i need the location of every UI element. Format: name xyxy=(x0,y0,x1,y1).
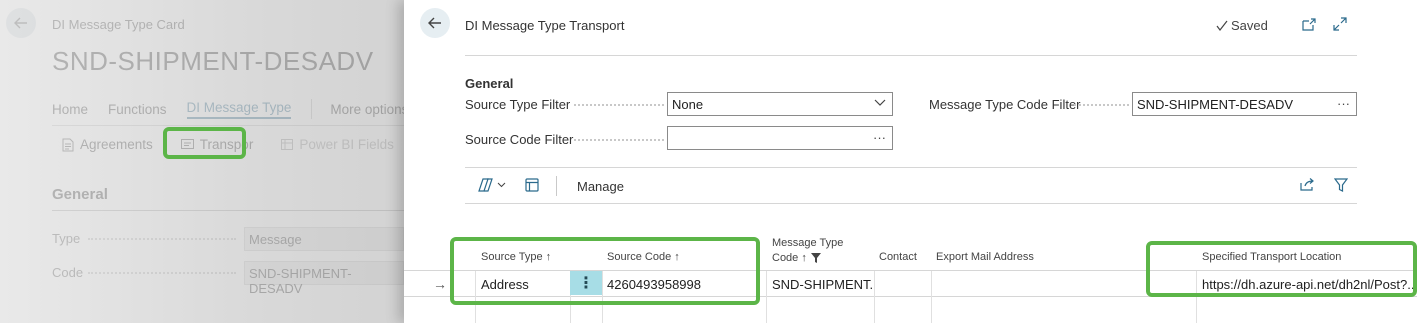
source-type-filter-select[interactable]: None xyxy=(667,92,893,116)
expand-icon xyxy=(1333,17,1347,31)
message-type-code-filter-dots xyxy=(1074,104,1129,106)
code-dots xyxy=(88,272,236,274)
agreements-action[interactable]: Agreements xyxy=(62,137,153,152)
source-code-filter-dots xyxy=(574,139,664,141)
nav-home[interactable]: Home xyxy=(52,102,88,117)
type-value[interactable]: Message xyxy=(244,227,404,251)
cell-message-type-code[interactable]: SND-SHIPMENT... xyxy=(772,277,874,292)
card-nav: Home Functions DI Message Type More opti… xyxy=(52,99,428,119)
filter-button[interactable] xyxy=(1334,178,1348,192)
saved-label: Saved xyxy=(1231,18,1268,33)
general-divider xyxy=(52,210,404,211)
message-type-code-filter-input[interactable]: SND-SHIPMENT-DESADV ··· xyxy=(1132,92,1357,116)
chevron-down-icon xyxy=(874,99,886,106)
copilot-icon xyxy=(478,178,493,192)
chevron-down-icon xyxy=(497,182,506,188)
col-message-type-code[interactable]: Code ↑ xyxy=(772,252,821,264)
type-dots xyxy=(88,238,236,240)
power-bi-action[interactable]: Power BI Fields xyxy=(281,137,394,152)
copilot-button[interactable] xyxy=(478,178,506,192)
agreements-label: Agreements xyxy=(80,137,153,152)
col-message-type-line2: Code ↑ xyxy=(772,252,807,264)
open-new-window-button[interactable] xyxy=(1299,14,1319,34)
share-icon xyxy=(1300,178,1314,191)
message-type-code-filter-label: Message Type Code Filter xyxy=(929,97,1081,112)
toolbar-separator xyxy=(556,176,557,196)
nav-functions[interactable]: Functions xyxy=(108,102,167,117)
code-value[interactable]: SND-SHIPMENT-DESADV xyxy=(244,261,404,296)
document-icon xyxy=(62,138,74,151)
row-indicator-arrow-icon: → xyxy=(433,276,447,292)
grid-col-divider xyxy=(931,271,932,323)
source-code-filter-label: Source Code Filter xyxy=(465,132,574,147)
saved-status: Saved xyxy=(1216,18,1268,33)
back-arrow-icon xyxy=(14,17,27,29)
filter-icon xyxy=(810,253,821,263)
col-message-type-line1[interactable]: Message Type xyxy=(772,237,843,249)
grid-col-divider xyxy=(766,271,767,323)
dialog-back-button[interactable] xyxy=(420,8,450,38)
toolbar-bottom-divider xyxy=(465,203,1357,204)
type-label: Type xyxy=(52,231,81,246)
nav-di-message-type[interactable]: DI Message Type xyxy=(186,100,292,119)
filter-icon xyxy=(1334,178,1348,192)
nav-divider xyxy=(311,99,313,119)
card-title: SND-SHIPMENT-DESADV xyxy=(52,46,374,76)
open-new-window-icon xyxy=(1302,17,1316,31)
col-contact[interactable]: Contact xyxy=(879,251,917,263)
source-type-filter-label: Source Type Filter xyxy=(465,97,571,112)
highlight-transport xyxy=(163,127,246,159)
source-type-filter-dots xyxy=(574,104,664,106)
checkmark-icon xyxy=(1216,20,1228,31)
manage-menu[interactable]: Manage xyxy=(577,179,624,194)
actions-divider xyxy=(52,125,404,126)
general-section-label: General xyxy=(465,76,514,91)
table-icon xyxy=(281,139,294,150)
highlight-transport-location xyxy=(1146,241,1417,297)
power-bi-label: Power BI Fields xyxy=(299,137,394,152)
card-caption: DI Message Type Card xyxy=(52,17,185,32)
back-button[interactable] xyxy=(6,8,36,38)
ellipsis-icon[interactable]: ··· xyxy=(873,130,886,145)
col-export-mail[interactable]: Export Mail Address xyxy=(936,251,1034,263)
toolbar-top-divider xyxy=(465,167,1357,168)
share-button[interactable] xyxy=(1300,178,1315,191)
dialog-title: DI Message Type Transport xyxy=(465,18,625,33)
nav-more-options[interactable]: More options xyxy=(330,102,408,117)
back-arrow-icon xyxy=(428,17,441,29)
highlight-source-columns xyxy=(450,237,760,305)
source-code-filter-input[interactable]: ··· xyxy=(667,126,893,150)
card-general-heading: General xyxy=(52,186,108,203)
message-type-code-filter-value: SND-SHIPMENT-DESADV xyxy=(1137,97,1294,112)
personalize-button[interactable] xyxy=(525,178,539,192)
ellipsis-icon[interactable]: ··· xyxy=(1337,96,1350,111)
code-label: Code xyxy=(52,265,84,280)
grid-col-divider xyxy=(874,271,875,323)
grid-toolbar: Manage xyxy=(465,170,1357,202)
header-divider xyxy=(465,55,1357,56)
expand-button[interactable] xyxy=(1330,14,1350,34)
source-type-filter-value: None xyxy=(672,97,704,112)
personalize-icon xyxy=(525,178,539,192)
